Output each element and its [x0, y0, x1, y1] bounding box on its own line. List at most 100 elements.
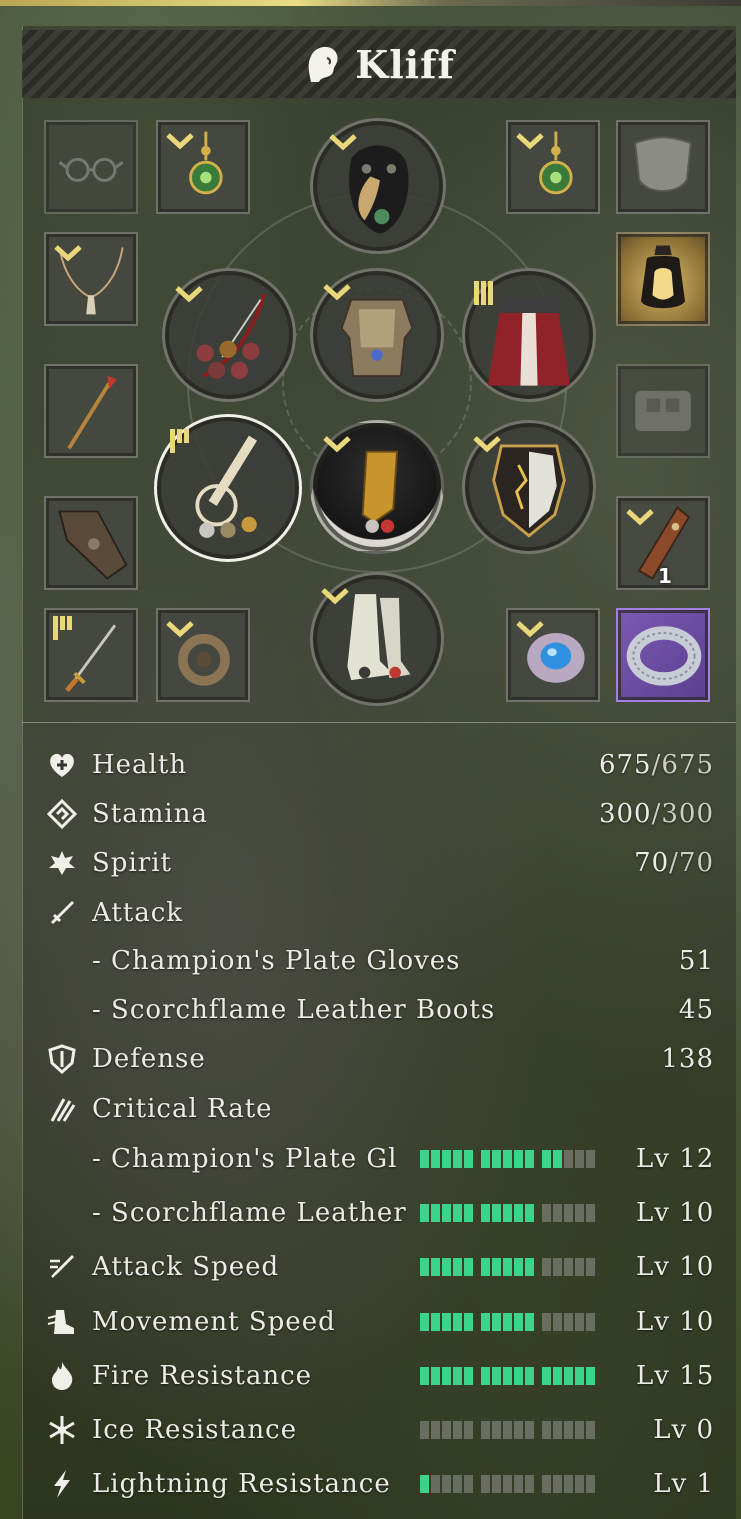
gauge-segment [542, 1475, 551, 1493]
gauge-segment [586, 1367, 595, 1385]
gauge-segment [442, 1258, 451, 1276]
attack-item-label: - Scorchflame Leather Boots [92, 995, 496, 1025]
gauge-segment [575, 1258, 584, 1276]
health-max: /675 [651, 750, 714, 780]
slot-main-weapon[interactable] [154, 414, 302, 562]
gauge-segment [503, 1204, 512, 1222]
crit-item-label: - Scorchflame Leather [92, 1198, 407, 1228]
attack-item-row: - Champion's Plate Gloves 51 [42, 941, 714, 981]
slot-ring-right[interactable] [506, 608, 600, 702]
crit-item-row: - Scorchflame Leather Lv 10 [42, 1193, 714, 1233]
slot-earring-right[interactable] [506, 120, 600, 214]
stat-label: Movement Speed [92, 1307, 336, 1337]
gauge-segment [564, 1204, 573, 1222]
slot-glasses[interactable] [44, 120, 138, 214]
slot-belt[interactable] [616, 364, 710, 458]
gauge-segment [431, 1258, 440, 1276]
gauge-segment [492, 1204, 501, 1222]
gauge-segment [575, 1367, 584, 1385]
gauge-segment [525, 1475, 534, 1493]
gauge-segment [542, 1258, 551, 1276]
stat-stamina: Stamina 300/300 [42, 794, 714, 834]
gauge-gap [475, 1421, 479, 1439]
gauge-segment [420, 1204, 429, 1222]
crit-item-level: Lv 12 [636, 1144, 715, 1174]
upgrade-chevron-icon [323, 284, 351, 301]
slot-lantern[interactable] [616, 232, 710, 326]
gauge-segment [464, 1313, 473, 1331]
slot-earring-left[interactable] [156, 120, 250, 214]
gauge-segment [525, 1204, 534, 1222]
health-current: 675 [598, 750, 652, 780]
slot-throwing-item[interactable]: 1 [616, 496, 710, 590]
item-count: 1 [658, 564, 672, 588]
stat-label: Stamina [92, 799, 208, 829]
gauge-segment [553, 1204, 562, 1222]
gauge-segment [525, 1150, 534, 1168]
gauge-segment [431, 1204, 440, 1222]
stat-level: Lv 15 [636, 1361, 715, 1391]
slot-bow[interactable] [162, 268, 296, 402]
upgrade-chevron-icon [516, 133, 544, 150]
slot-bracelet[interactable] [616, 608, 710, 702]
gauge-gap [536, 1150, 540, 1168]
upgrade-chevron-icon [323, 436, 351, 453]
slot-face-mask[interactable] [616, 120, 710, 214]
gauge-gap [475, 1313, 479, 1331]
slot-spear[interactable] [44, 364, 138, 458]
gauge-segment [481, 1313, 490, 1331]
attack-item-value: 45 [678, 995, 714, 1025]
stat-spirit: Spirit 70/70 [42, 843, 714, 883]
upgrade-chevron-icon [166, 621, 194, 638]
gauge-segment [481, 1421, 490, 1439]
stat-lightning-resistance: Lightning Resistance Lv 1 [42, 1464, 714, 1504]
tier-bars-icon [53, 616, 72, 640]
gauge-segment [453, 1150, 462, 1168]
gauge-segment [442, 1313, 451, 1331]
slot-helmet[interactable] [310, 118, 446, 254]
slot-gauntlet-left[interactable] [44, 496, 138, 590]
spirit-current: 70 [634, 848, 670, 878]
gauge-segment [503, 1421, 512, 1439]
gauge-segment [442, 1204, 451, 1222]
gauge-segment [542, 1421, 551, 1439]
slot-cloak[interactable] [462, 268, 596, 402]
gauge-segment [564, 1421, 573, 1439]
gauge-segment [431, 1421, 440, 1439]
stat-value: 300/300 [594, 799, 714, 829]
slot-boots[interactable] [310, 572, 444, 706]
gauge-segment [586, 1421, 595, 1439]
crit-item-level: Lv 10 [636, 1198, 715, 1228]
slot-chest-armor[interactable] [310, 268, 444, 402]
slot-dagger[interactable] [44, 608, 138, 702]
equipment-grid: 1 [22, 98, 736, 723]
gauge-segment [464, 1258, 473, 1276]
gauge-segment [514, 1204, 523, 1222]
stamina-max: /300 [651, 799, 714, 829]
top-edge-accent [0, 0, 741, 6]
leaf-icon [42, 843, 82, 883]
stat-attack-speed: Attack Speed Lv 10 [42, 1247, 714, 1287]
gauge-segment [492, 1313, 501, 1331]
gauge-segment [481, 1475, 490, 1493]
slot-gloves[interactable] [310, 420, 444, 554]
gauge-segment [420, 1150, 429, 1168]
slot-necklace[interactable] [44, 232, 138, 326]
gauge-segment [464, 1367, 473, 1385]
upgrade-chevron-icon [166, 133, 194, 150]
stat-label: Lightning Resistance [92, 1469, 391, 1499]
slot-ring-left[interactable] [156, 608, 250, 702]
gauge-gap [475, 1367, 479, 1385]
slot-shield[interactable] [462, 420, 596, 554]
glasses-icon [58, 157, 124, 182]
character-portrait-icon [308, 46, 338, 82]
stat-label: Spirit [92, 848, 172, 878]
spear-icon [67, 375, 117, 450]
crit-item-row: - Champion's Plate Gl Lv 12 [42, 1139, 714, 1179]
stat-level: Lv 10 [636, 1252, 715, 1282]
stat-label: Ice Resistance [92, 1415, 298, 1445]
gauge-segment [453, 1258, 462, 1276]
gauge-segment [453, 1475, 462, 1493]
attack-item-row: - Scorchflame Leather Boots 45 [42, 990, 714, 1030]
gauge-segment [525, 1258, 534, 1276]
